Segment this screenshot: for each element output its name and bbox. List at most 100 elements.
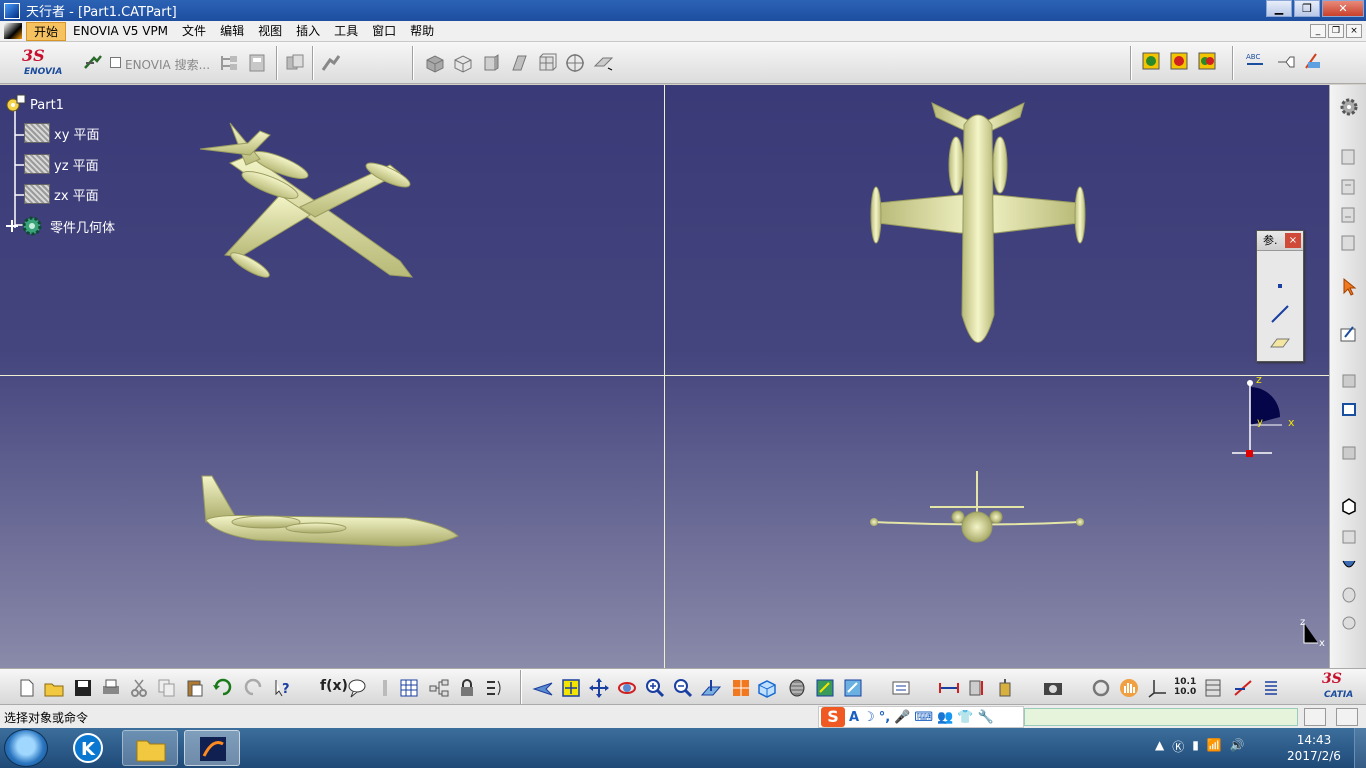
capture-camera-icon[interactable] [1042, 677, 1064, 699]
user-icon[interactable]: 👥 [937, 710, 953, 725]
save-icon[interactable] [72, 677, 94, 699]
skin-icon[interactable]: 👕 [957, 710, 973, 725]
rotate-view-icon[interactable] [1090, 677, 1112, 699]
print-icon[interactable] [100, 677, 122, 699]
start-button[interactable] [4, 729, 48, 767]
pocket-icon[interactable] [1339, 527, 1359, 547]
enovia-refresh-icon[interactable] [284, 52, 306, 74]
menu-start[interactable]: 开始 [26, 21, 67, 41]
moon-icon[interactable]: ☽ [863, 710, 875, 725]
airplane-front-view[interactable] [866, 467, 1088, 547]
line-icon[interactable] [1269, 303, 1291, 325]
hide-show-icon[interactable] [842, 677, 864, 699]
groove-icon[interactable] [1339, 613, 1359, 633]
wrench-icon[interactable]: 🔧 [978, 710, 994, 725]
cube-grid-icon[interactable] [536, 52, 558, 74]
enovia-search-checkbox[interactable] [110, 57, 121, 68]
pad-icon[interactable] [1339, 495, 1359, 515]
punctuation-icon[interactable]: °, [879, 710, 890, 725]
equation-icon[interactable] [484, 677, 506, 699]
undo-icon[interactable] [212, 677, 234, 699]
ime-mode[interactable]: A [849, 710, 859, 725]
construction-elements-icon[interactable] [1232, 677, 1254, 699]
measure-icon[interactable] [1339, 371, 1359, 391]
clipboard-tray-icon[interactable]: ▮ [1192, 738, 1199, 755]
fit-all-in-icon[interactable] [560, 677, 582, 699]
zoom-out-icon[interactable] [672, 677, 694, 699]
enovia-search-label[interactable]: ENOVIA 搜索... [125, 56, 210, 73]
enovia-save-icon[interactable] [246, 52, 268, 74]
fly-mode-icon[interactable] [532, 677, 554, 699]
volume-icon[interactable]: 🔊 [1230, 738, 1245, 755]
enovia-link-icon[interactable] [320, 52, 342, 74]
taskbar-catia[interactable] [184, 730, 240, 766]
clock[interactable]: 14:43 2017/2/6 [1282, 732, 1346, 764]
knowledge-advisor-icon[interactable] [346, 677, 368, 699]
analysis-icon[interactable] [1339, 443, 1359, 463]
enovia-logo[interactable]: 3S ENOVIA [18, 46, 72, 80]
airplane-top-view[interactable] [860, 95, 1100, 365]
k-app-icon[interactable]: K [72, 732, 104, 764]
shading-icon[interactable] [786, 677, 808, 699]
sketch-output-icon[interactable] [1339, 205, 1359, 225]
flag-note-icon[interactable] [1274, 50, 1296, 72]
3d-annotation-icon[interactable] [1302, 50, 1324, 72]
slanted-face-icon[interactable] [508, 52, 530, 74]
doc-restore-button[interactable]: ❐ [1328, 24, 1344, 38]
microphone-icon[interactable]: 🎤 [894, 710, 910, 725]
doc-close-button[interactable]: × [1346, 24, 1362, 38]
tree-node-xy-plane[interactable]: xy 平面 [24, 123, 100, 143]
rotate-icon[interactable] [616, 677, 638, 699]
swap-visible-icon[interactable] [890, 677, 912, 699]
menu-insert[interactable]: 插入 [289, 22, 327, 41]
redo-icon[interactable] [242, 677, 264, 699]
sogou-ime-logo[interactable]: S [821, 707, 845, 727]
iso-view-icon[interactable] [756, 677, 778, 699]
settings-gear-icon[interactable] [1339, 97, 1359, 117]
multi-view-icon[interactable] [730, 677, 752, 699]
plane-surface-icon[interactable] [592, 52, 614, 74]
axis-system-icon[interactable] [1146, 677, 1168, 699]
manual-update-icon[interactable] [1196, 50, 1218, 72]
hole-icon[interactable] [1339, 585, 1359, 605]
select-arrow-icon[interactable] [1339, 277, 1359, 297]
formula-button[interactable]: f(x) [320, 678, 348, 694]
menu-file[interactable]: 文件 [175, 22, 213, 41]
normal-view-icon[interactable] [700, 677, 722, 699]
solid-box-icon[interactable] [424, 52, 446, 74]
menu-view[interactable]: 视图 [251, 22, 289, 41]
menu-tools[interactable]: 工具 [327, 22, 365, 41]
open-folder-icon[interactable] [43, 677, 65, 699]
zoom-in-icon[interactable] [644, 677, 666, 699]
enovia-connect-icon[interactable] [82, 52, 104, 74]
cylinder-icon[interactable] [480, 52, 502, 74]
k-tray-icon[interactable]: Ⓚ [1172, 738, 1184, 755]
keyboard-icon[interactable]: ⌨ [914, 710, 933, 725]
measure-item-icon[interactable] [966, 677, 988, 699]
wire-box-icon[interactable] [452, 52, 474, 74]
sketch-position-icon[interactable] [1339, 177, 1359, 197]
restore-button[interactable]: ❐ [1294, 0, 1320, 17]
text-annotation-icon[interactable]: ABC [1244, 50, 1266, 72]
target-icon[interactable] [564, 52, 586, 74]
sketcher-icon[interactable] [1339, 323, 1359, 343]
shaft-icon[interactable] [1339, 557, 1359, 577]
constraint-icon[interactable] [1339, 399, 1359, 419]
enovia-tree-icon[interactable] [218, 52, 240, 74]
cut-icon[interactable] [128, 677, 150, 699]
close-button[interactable]: ✕ [1322, 0, 1364, 17]
pan-icon[interactable] [588, 677, 610, 699]
tree-root[interactable]: Part1 [4, 94, 64, 116]
hand-pan-icon[interactable] [1118, 677, 1140, 699]
minimize-button[interactable]: ▁ [1266, 0, 1292, 17]
measure-inertia-icon[interactable] [994, 677, 1016, 699]
command-history-button[interactable] [1304, 708, 1326, 726]
menu-help[interactable]: 帮助 [403, 22, 441, 41]
viewport-3d[interactable]: Part1 xy 平面 yz 平面 zx 平面 零件几何体 z x y z x [0, 85, 1329, 668]
plane-icon[interactable] [1269, 331, 1291, 353]
lock-icon[interactable] [456, 677, 478, 699]
list-view-icon[interactable] [1260, 677, 1282, 699]
airplane-side-view[interactable] [196, 470, 466, 550]
show-hidden-icons[interactable]: ▲ [1155, 738, 1164, 755]
update-part-icon[interactable] [1168, 50, 1190, 72]
